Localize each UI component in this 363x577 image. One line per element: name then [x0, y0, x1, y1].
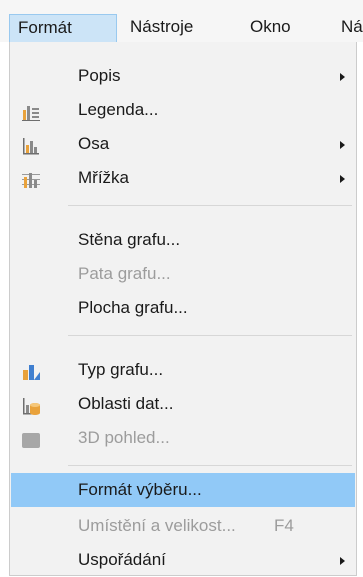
menubar: Formát Nástroje Okno Ná [0, 0, 363, 42]
menu-item-usporadani[interactable]: Uspořádání [11, 543, 355, 577]
menu-item-accelerator: F4 [274, 516, 294, 535]
data-ranges-icon [21, 394, 41, 415]
menu-item-label: Oblasti dat... [78, 394, 174, 413]
menu-item-mrizka[interactable]: Mřížka [11, 161, 355, 195]
menu-help[interactable]: Ná [341, 14, 363, 42]
menu-item-label: Plocha grafu... [78, 298, 188, 317]
menu-tools-label: Nástroje [130, 17, 194, 36]
menu-item-stena-grafu[interactable]: Stěna grafu... [11, 223, 355, 257]
menu-item-label: Typ grafu... [78, 360, 164, 379]
menu-separator [68, 335, 352, 336]
menu-tools[interactable]: Nástroje [130, 14, 193, 42]
submenu-arrow-icon [340, 175, 345, 183]
menu-item-label: Umístění a velikost... [78, 516, 236, 535]
grid-icon [21, 168, 41, 188]
menu-item-legenda[interactable]: Legenda... [11, 93, 355, 127]
format-dropdown-menu: Popis Legenda... Osa Mřížka Stěna grafu.… [9, 42, 357, 576]
menu-item-format-vyberu[interactable]: Formát výběru... [11, 473, 355, 507]
menu-item-oblasti-dat[interactable]: Oblasti dat... [11, 387, 355, 421]
legend-icon [21, 100, 41, 121]
menu-item-label: Mřížka [78, 168, 129, 187]
menu-item-label: Legenda... [78, 100, 159, 119]
menu-window-label: Okno [250, 17, 291, 36]
menu-item-3d-pohled[interactable]: 3D pohled... [11, 421, 355, 455]
menu-item-popis[interactable]: Popis [11, 59, 355, 93]
chart-type-icon [21, 360, 41, 380]
menu-separator [68, 465, 352, 466]
menu-item-label: Pata grafu... [78, 264, 171, 283]
menu-format[interactable]: Formát [9, 14, 117, 42]
submenu-arrow-icon [340, 141, 345, 149]
menu-item-label: Popis [78, 66, 121, 85]
submenu-arrow-icon [340, 557, 345, 565]
menu-separator [68, 205, 352, 206]
menu-window[interactable]: Okno [250, 14, 291, 42]
menu-item-typ-grafu[interactable]: Typ grafu... [11, 353, 355, 387]
menu-help-label: Ná [341, 17, 363, 36]
menu-item-osa[interactable]: Osa [11, 127, 355, 161]
submenu-arrow-icon [340, 73, 345, 81]
menu-item-label: Uspořádání [78, 550, 166, 569]
menu-item-umisteni-a-velikost[interactable]: Umístění a velikost... F4 [11, 509, 355, 543]
menu-item-label: Formát výběru... [78, 480, 202, 499]
axis-icon [21, 134, 41, 155]
3d-view-icon [21, 428, 41, 448]
menu-item-pata-grafu[interactable]: Pata grafu... [11, 257, 355, 291]
menu-item-label: Osa [78, 134, 110, 153]
menu-item-plocha-grafu[interactable]: Plocha grafu... [11, 291, 355, 325]
menu-format-label: Formát [18, 18, 72, 37]
menu-item-label: 3D pohled... [78, 428, 170, 447]
menu-item-label: Stěna grafu... [78, 230, 181, 249]
